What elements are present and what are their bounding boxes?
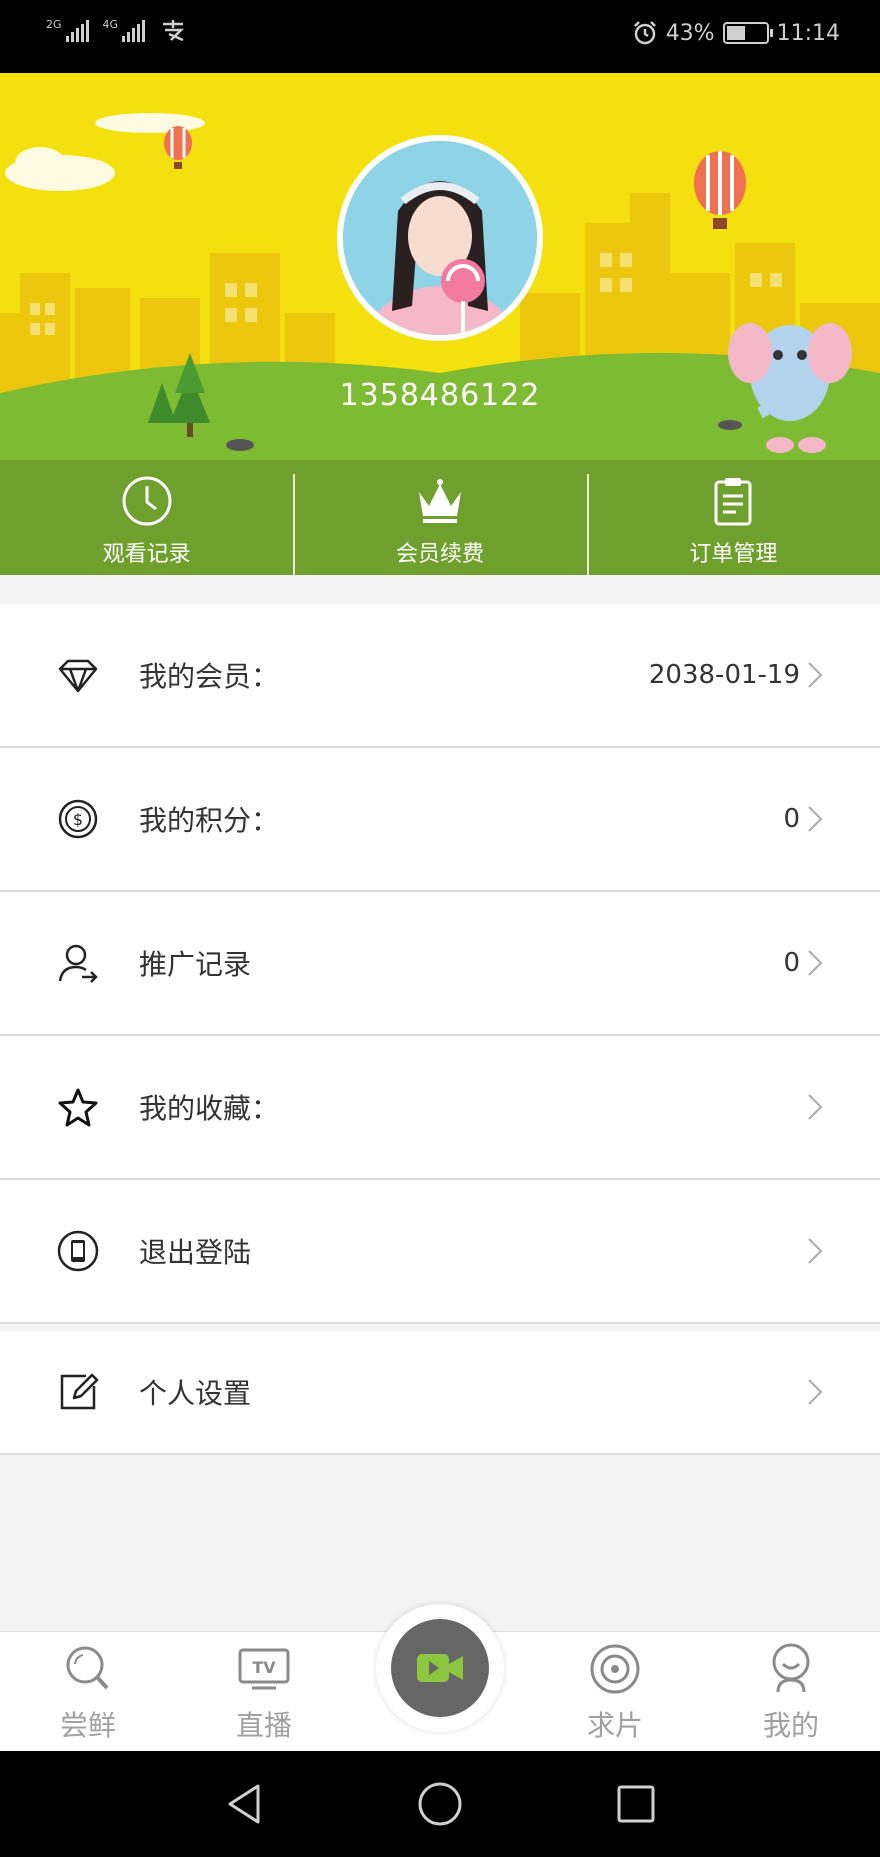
battery-icon <box>722 22 773 44</box>
network-type-2g: 2G <box>46 18 62 31</box>
quick-actions-bar: 观看记录 会员续费 订单管理 <box>0 460 880 575</box>
logout-label: 退出登陆 <box>139 1236 252 1269</box>
nav-tab-live[interactable]: TV 直播 <box>204 1642 324 1744</box>
svg-text:$: $ <box>73 810 83 829</box>
alipay-icon <box>163 20 185 42</box>
signal-2g-icon: 2G <box>46 18 89 42</box>
back-icon[interactable] <box>220 1778 272 1830</box>
user-share-icon <box>58 944 98 983</box>
account-menu-list: 我的会员： 2038-01-19 $ 我的积分： 0 推广记录 0 我的收藏： … <box>0 604 880 1324</box>
chevron-right-icon <box>808 806 823 832</box>
chevron-right-icon <box>808 1238 823 1264</box>
logout-phone-icon <box>57 1230 99 1272</box>
watch-history-button[interactable]: 观看记录 <box>0 460 293 575</box>
my-membership-item[interactable]: 我的会员： 2038-01-19 <box>0 604 880 748</box>
tv-icon: TV <box>238 1648 290 1690</box>
my-points-item[interactable]: $ 我的积分： 0 <box>0 748 880 892</box>
status-bar: 2G 4G 43% 11:14 <box>0 0 880 73</box>
referral-count-value: 0 <box>783 948 800 978</box>
edit-icon <box>60 1373 99 1410</box>
referral-records-label: 推广记录 <box>139 948 252 981</box>
referral-records-item[interactable]: 推广记录 0 <box>0 892 880 1036</box>
membership-renew-button[interactable]: 会员续费 <box>293 460 586 575</box>
chevron-right-icon <box>808 1379 823 1405</box>
avatar-image <box>343 141 537 335</box>
chevron-right-icon <box>808 950 823 976</box>
system-navigation-bar <box>0 1751 880 1857</box>
person-icon <box>772 1643 810 1693</box>
svg-text:TV: TV <box>252 1658 276 1677</box>
recents-icon[interactable] <box>610 1778 662 1830</box>
my-favorites-item[interactable]: 我的收藏： <box>0 1036 880 1180</box>
points-value: 0 <box>783 804 800 834</box>
user-phone-number: 1358486122 <box>339 378 541 413</box>
search-icon <box>66 1646 109 1690</box>
personal-settings-item[interactable]: 个人设置 <box>0 1331 880 1455</box>
membership-expiry-value: 2038-01-19 <box>648 660 800 690</box>
center-video-button[interactable] <box>376 1604 504 1732</box>
star-icon <box>58 1088 98 1127</box>
target-icon <box>590 1644 640 1694</box>
my-favorites-label: 我的收藏： <box>139 1092 280 1125</box>
battery-percent: 43% <box>665 20 715 46</box>
order-management-button[interactable]: 订单管理 <box>586 460 880 575</box>
signal-4g-icon: 4G <box>103 18 146 42</box>
network-type-4g: 4G <box>102 18 119 31</box>
personal-settings-label: 个人设置 <box>139 1377 252 1410</box>
settings-list: 个人设置 <box>0 1331 880 1455</box>
logout-item[interactable]: 退出登陆 <box>0 1180 880 1324</box>
chevron-right-icon <box>808 1094 823 1120</box>
crown-icon <box>418 479 461 523</box>
membership-renew-label: 会员续费 <box>395 542 484 567</box>
order-management-label: 订单管理 <box>689 542 778 567</box>
nav-label-live: 直播 <box>235 1709 292 1742</box>
nav-label-mine: 我的 <box>762 1709 819 1742</box>
alarm-icon <box>633 21 656 45</box>
coin-icon: $ <box>58 799 98 839</box>
avatar[interactable] <box>337 135 543 341</box>
my-points-label: 我的积分： <box>139 804 280 837</box>
my-membership-label: 我的会员： <box>139 660 280 693</box>
watch-history-label: 观看记录 <box>102 542 191 567</box>
clock-time: 11:14 <box>776 20 840 46</box>
clock-icon <box>122 476 172 526</box>
chevron-right-icon <box>808 662 823 688</box>
video-camera-icon <box>417 1654 463 1682</box>
profile-banner: 1358486122 <box>0 73 880 460</box>
nav-tab-mine[interactable]: 我的 <box>731 1642 851 1744</box>
nav-label-try: 尝鲜 <box>59 1709 116 1742</box>
nav-tab-try[interactable]: 尝鲜 <box>28 1642 148 1744</box>
center-video-inner <box>391 1619 489 1717</box>
home-icon[interactable] <box>414 1778 466 1830</box>
clipboard-icon <box>714 478 752 526</box>
nav-label-request: 求片 <box>586 1709 643 1742</box>
nav-tab-request[interactable]: 求片 <box>555 1642 675 1744</box>
diamond-icon <box>58 659 98 693</box>
